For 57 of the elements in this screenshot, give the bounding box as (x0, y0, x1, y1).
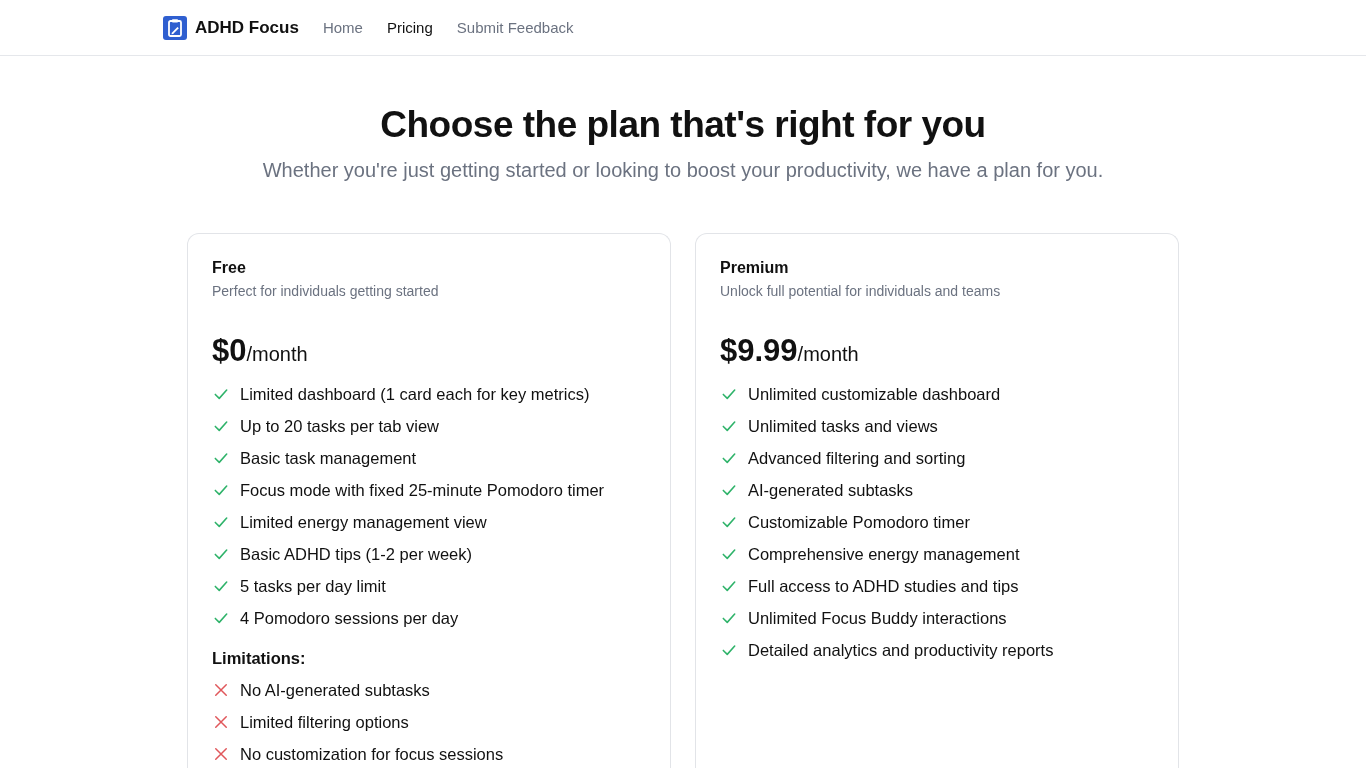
check-icon (722, 547, 736, 561)
price-period: /month (797, 343, 859, 366)
check-icon (214, 483, 228, 497)
brand-link[interactable]: ADHD Focus (163, 15, 299, 40)
price-period: /month (246, 343, 308, 366)
cross-icon (214, 715, 228, 729)
feature-text: Up to 20 tasks per tab view (240, 416, 439, 437)
feature-text: Full access to ADHD studies and tips (748, 576, 1019, 597)
check-icon (722, 515, 736, 529)
cross-icon (214, 747, 228, 761)
check-icon (722, 579, 736, 593)
page-heading: Choose the plan that's right for you (379, 103, 987, 147)
feature-text: Unlimited Focus Buddy interactions (748, 608, 1007, 629)
check-icon (214, 419, 228, 433)
feature-text: Unlimited tasks and views (748, 416, 938, 437)
clipboard-pencil-icon (163, 15, 187, 40)
feature-text: No customization for focus sessions (240, 744, 504, 765)
page-subheading: Whether you're just getting started or looking to boost your productivity, we have a plan for you. (261, 158, 1105, 183)
check-icon (214, 387, 228, 401)
feature-text: Limited dashboard (1 card each for key metrics) (240, 384, 590, 405)
feature-text: Advanced filtering and sorting (748, 448, 966, 469)
nav-link[interactable]: Home (322, 19, 363, 36)
check-icon (214, 547, 228, 561)
plan-price: $9.99 (720, 333, 798, 369)
plan-description: Unlock full potential for individuals and teams (720, 282, 1002, 301)
check-icon (722, 643, 736, 657)
feature-text: Detailed analytics and productivity reports (748, 640, 1054, 661)
plan-price: $0 (212, 333, 247, 369)
feature-text: Unlimited customizable dashboard (748, 384, 1001, 405)
nav-link[interactable]: Submit Feedback (456, 19, 574, 36)
feature-text: AI-generated subtasks (748, 480, 914, 501)
check-icon (722, 451, 736, 465)
feature-text: No AI-generated subtasks (240, 680, 430, 701)
feature-text: 5 tasks per day limit (240, 576, 386, 597)
feature-text: 4 Pomodoro sessions per day (240, 608, 459, 629)
check-icon (722, 387, 736, 401)
nav-link[interactable]: Pricing (386, 19, 433, 36)
check-icon (214, 451, 228, 465)
feature-text: Basic task management (240, 448, 417, 469)
brand-name: ADHD Focus (195, 17, 299, 38)
feature-text: Limited energy management view (240, 512, 487, 533)
check-icon (214, 611, 228, 625)
check-icon (722, 611, 736, 625)
plan-description: Perfect for individuals getting started (212, 282, 440, 301)
feature-text: Customizable Pomodoro timer (748, 512, 970, 533)
feature-text: Comprehensive energy management (748, 544, 1020, 565)
check-icon (722, 483, 736, 497)
feature-text: Basic ADHD tips (1-2 per week) (240, 544, 472, 565)
feature-text: Focus mode with fixed 25-minute Pomodoro timer (240, 480, 605, 501)
check-icon (722, 419, 736, 433)
plan-name: Free (212, 258, 247, 278)
cross-icon (214, 683, 228, 697)
plan-name: Premium (720, 258, 790, 278)
check-icon (214, 515, 228, 529)
feature-text: Limited filtering options (240, 712, 409, 733)
check-icon (214, 579, 228, 593)
limitations-heading: Limitations: (212, 648, 307, 669)
